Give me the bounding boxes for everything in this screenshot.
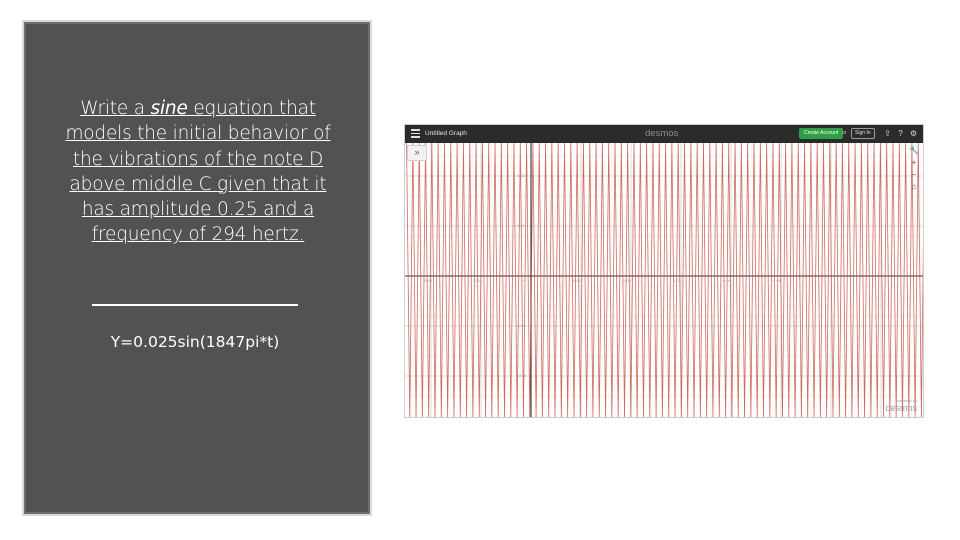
graph-title[interactable]: Untitled Graph	[425, 128, 467, 140]
x-tick-label: -0.02	[423, 278, 433, 283]
sign-in-button[interactable]: Sign In	[851, 128, 875, 139]
y-tick-label: -0.02	[517, 373, 527, 378]
double-chevron-icon[interactable]: »	[407, 145, 427, 161]
x-tick-label: 0.01	[573, 278, 581, 283]
desmos-window: Untitled Graph desmos Create Account or …	[404, 124, 924, 418]
graph-side-tools: 🔧 + − ⌂	[907, 145, 921, 193]
x-tick-label: 0.02	[623, 278, 631, 283]
divider-line	[92, 304, 298, 306]
wrench-icon[interactable]: 🔧	[907, 145, 921, 157]
desmos-topbar: Untitled Graph desmos Create Account or …	[405, 125, 923, 143]
y-tick-label: -0.01	[517, 323, 527, 328]
x-tick-label: 0.04	[723, 278, 731, 283]
home-icon[interactable]: ⌂	[907, 181, 921, 193]
create-account-button[interactable]: Create Account	[799, 128, 844, 139]
zoom-in-icon[interactable]: +	[907, 157, 921, 169]
question-text: Write a sine equation that models the in…	[58, 96, 338, 248]
graph-area[interactable]: » 🔧 + − ⌂ -0.02 -0.01 0 0.01 0.02 0.03 0.04 0.0…	[405, 143, 923, 417]
y-tick-label: 0.01	[517, 223, 525, 228]
zoom-out-icon[interactable]: −	[907, 169, 921, 181]
question-prefix: Write a	[80, 98, 151, 119]
settings-icon[interactable]: ⚙	[909, 129, 918, 138]
x-tick-label: 0.05	[773, 278, 781, 283]
x-tick-label: 0.03	[673, 278, 681, 283]
slide-panel	[22, 20, 372, 516]
y-tick-label: 0.02	[517, 173, 525, 178]
share-icon[interactable]: ⇪	[883, 129, 892, 138]
question-emphasis: sine	[150, 98, 188, 119]
or-label: or	[842, 130, 847, 136]
x-tick-label: 0	[523, 278, 526, 283]
desmos-logo: desmos	[645, 128, 679, 139]
x-tick-label: -0.01	[473, 278, 483, 283]
hamburger-menu-icon[interactable]	[411, 129, 420, 138]
question-suffix: equation that models the initial behavio…	[65, 98, 331, 246]
graph-canvas[interactable]	[405, 143, 923, 417]
answer-text: Y=0.025sin(1847pi*t)	[110, 333, 280, 351]
powered-by-desmos: powered by desmos	[885, 398, 917, 413]
help-icon[interactable]: ?	[896, 129, 905, 138]
powered-by-brand: desmos	[885, 403, 917, 413]
